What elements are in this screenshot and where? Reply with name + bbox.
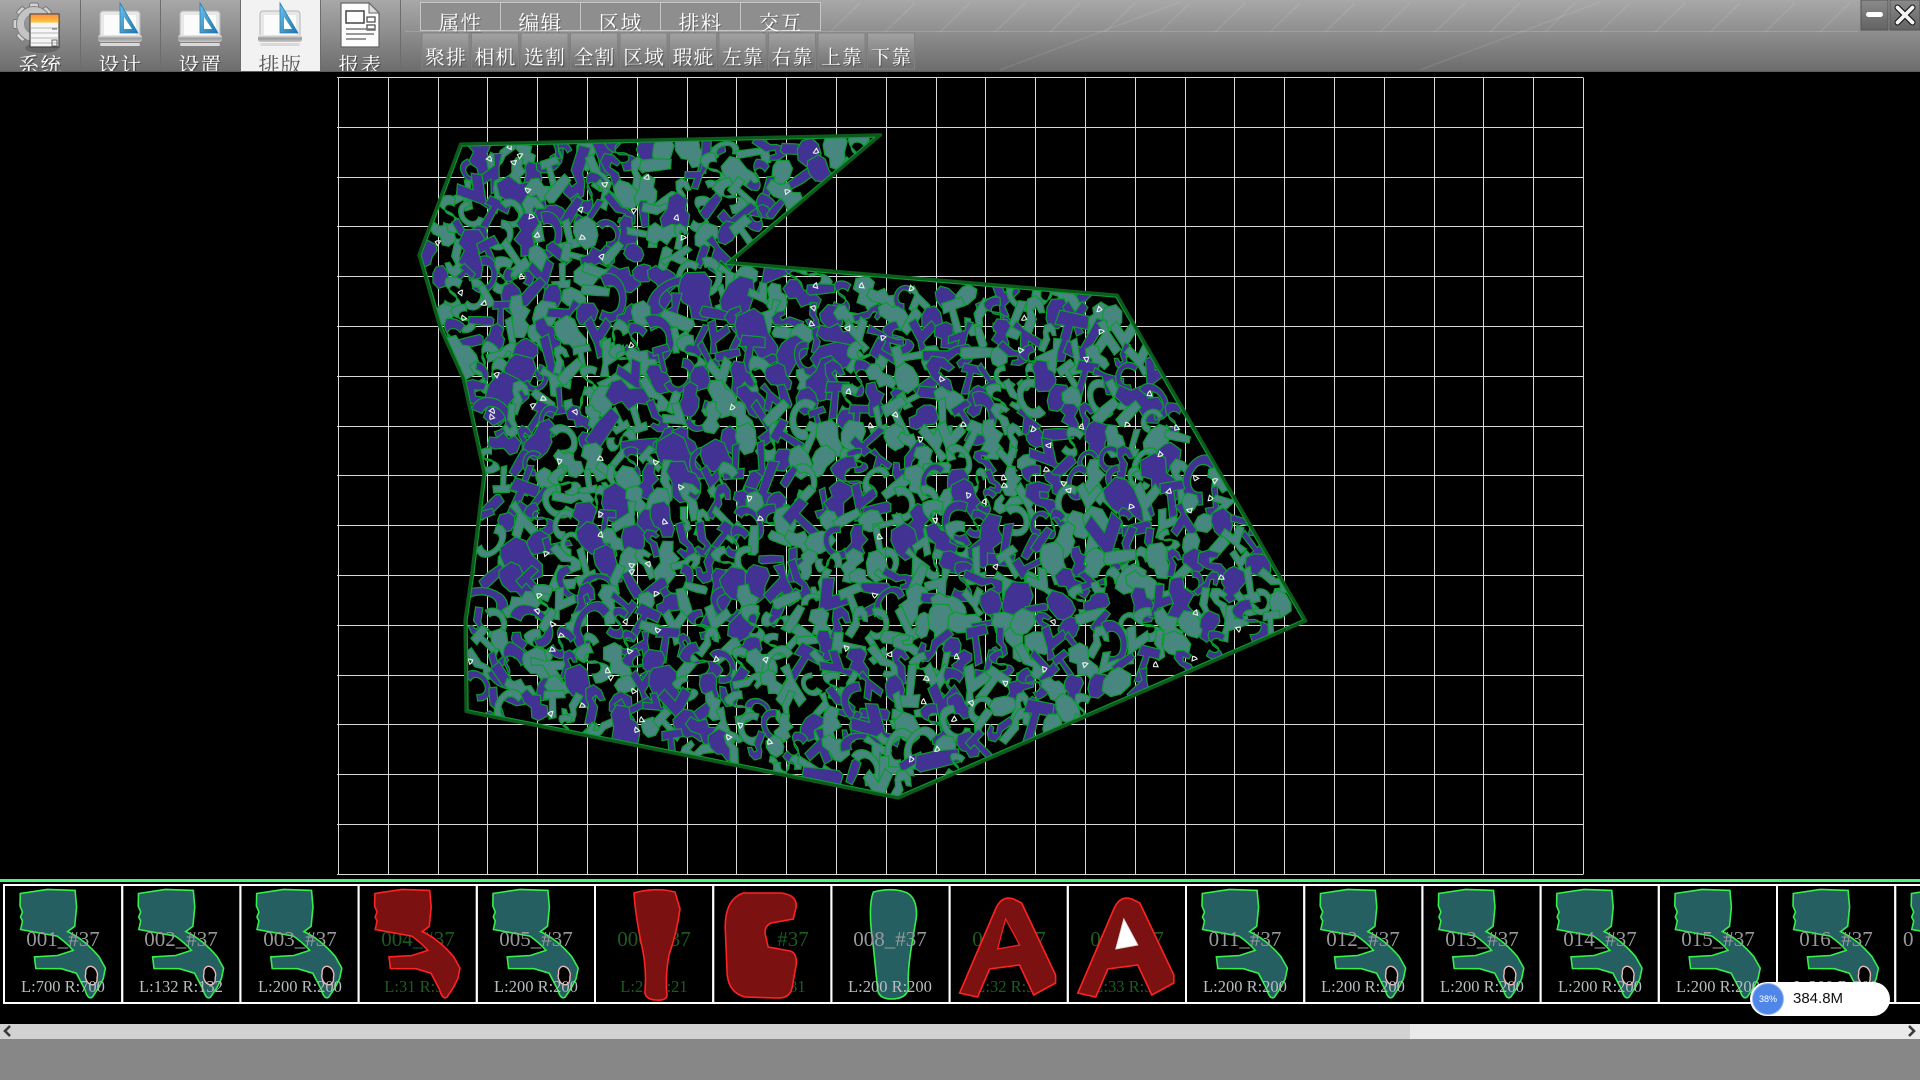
svg-text:0: 0: [1903, 927, 1914, 951]
svg-text:L:200 R:200: L:200 R:200: [1203, 977, 1287, 996]
svg-text:012_#37: 012_#37: [1326, 927, 1400, 951]
svg-text:L:200 R:200: L:200 R:200: [1321, 977, 1405, 996]
svg-text:014_#37: 014_#37: [1563, 927, 1637, 951]
svg-text:L:200 R:200: L:200 R:200: [848, 977, 932, 996]
svg-text:008_#37: 008_#37: [853, 927, 927, 951]
svg-text:L:700 R:700: L:700 R:700: [21, 977, 105, 996]
svg-text:L:132 R:132: L:132 R:132: [139, 977, 223, 996]
svg-text:L:200 R:200: L:200 R:200: [1676, 977, 1760, 996]
svg-text:015_#37: 015_#37: [1681, 927, 1755, 951]
svg-text:016_#37: 016_#37: [1799, 927, 1873, 951]
svg-text:L:200 R:200: L:200 R:200: [1558, 977, 1642, 996]
svg-text:L:200 R:200: L:200 R:200: [494, 977, 578, 996]
svg-text:003_#37: 003_#37: [263, 927, 337, 951]
svg-text:L:200 R:200: L:200 R:200: [258, 977, 342, 996]
svg-text:002_#37: 002_#37: [144, 927, 218, 951]
svg-text:011_#37: 011_#37: [1209, 927, 1282, 951]
svg-text:005_#37: 005_#37: [499, 927, 573, 951]
svg-text:001_#37: 001_#37: [26, 927, 100, 951]
svg-text:L:200 R:200: L:200 R:200: [1440, 977, 1524, 996]
svg-text:013_#37: 013_#37: [1445, 927, 1519, 951]
